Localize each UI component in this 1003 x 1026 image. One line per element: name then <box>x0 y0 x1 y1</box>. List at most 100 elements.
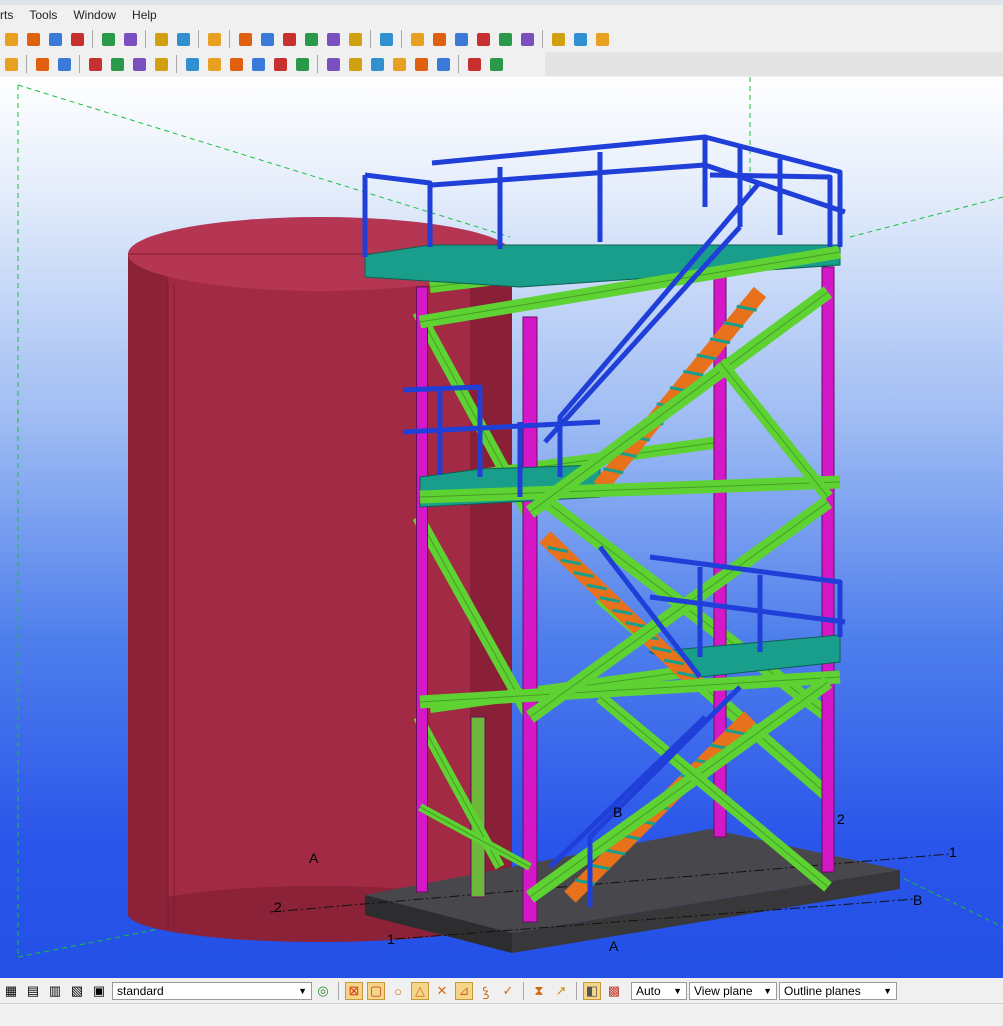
snap-perp-icon[interactable] <box>367 54 387 74</box>
arc-icon[interactable] <box>323 29 343 49</box>
connection-icon[interactable] <box>292 54 312 74</box>
select-all-icon[interactable]: ▧ <box>68 982 86 1000</box>
snap-intersect-icon <box>392 57 406 71</box>
select-objects-icon[interactable] <box>429 29 449 49</box>
snap-any-icon[interactable]: ✓ <box>499 982 517 1000</box>
plate-icon[interactable] <box>226 54 246 74</box>
rail-top-back-mid[interactable] <box>431 162 706 188</box>
copy-icon[interactable] <box>151 29 171 49</box>
select-box-icon[interactable]: ▤ <box>24 982 42 1000</box>
toolbar-separator <box>79 55 80 73</box>
move-icon[interactable] <box>173 29 193 49</box>
snap-intersection-icon[interactable]: ✕ <box>433 982 451 1000</box>
toolbar-separator <box>458 55 459 73</box>
snap-free-icon[interactable] <box>433 54 453 74</box>
frame-icon[interactable] <box>257 29 277 49</box>
work-plane-dropdown[interactable]: View plane ▼ <box>689 982 777 1000</box>
pick-icon[interactable] <box>376 29 396 49</box>
open-model-icon[interactable] <box>23 29 43 49</box>
properties-icon[interactable] <box>451 29 471 49</box>
plane-mode-value: Auto <box>636 984 661 998</box>
column-create-icon <box>185 57 199 71</box>
pick-icon <box>379 32 393 46</box>
box-icon[interactable] <box>151 54 171 74</box>
drawings-icon[interactable] <box>495 29 515 49</box>
snap-free-icon[interactable]: ↗ <box>552 982 570 1000</box>
snap-geometry-icon[interactable]: ▢ <box>367 982 385 1000</box>
undo-icon[interactable] <box>98 29 118 49</box>
back-column-left[interactable] <box>470 716 486 898</box>
snap-mid-icon[interactable] <box>345 54 365 74</box>
column-create-icon[interactable] <box>182 54 202 74</box>
menu-parts[interactable]: rts <box>0 5 21 25</box>
snap-near-icon[interactable] <box>411 54 431 74</box>
chevron-down-icon: ▼ <box>298 986 307 996</box>
snap-perpendicular-icon[interactable]: ⊿ <box>455 982 473 1000</box>
select-filter-icon[interactable]: ▣ <box>90 982 108 1000</box>
3d-model-viewport[interactable]: A 2 1 A B 1 2 B <box>0 77 1003 978</box>
line-icon[interactable] <box>279 29 299 49</box>
grid-label-b-right: B <box>913 892 922 908</box>
point-icon[interactable] <box>301 29 321 49</box>
new-model-icon[interactable] <box>1 29 21 49</box>
snap-end-icon[interactable] <box>323 54 343 74</box>
snap-midpoint-icon[interactable]: △ <box>411 982 429 1000</box>
snap-reference-icon[interactable]: ⊠ <box>345 982 363 1000</box>
binoculars-icon[interactable] <box>85 54 105 74</box>
rail-top-back-top[interactable] <box>431 134 708 207</box>
column-left-back[interactable] <box>416 286 428 893</box>
drawings-icon <box>498 32 512 46</box>
grid-icon[interactable] <box>235 29 255 49</box>
snap-parts-icon[interactable]: ◧ <box>583 982 601 1000</box>
select-cross-icon[interactable]: ▥ <box>46 982 64 1000</box>
outline-planes-dropdown[interactable]: Outline planes ▼ <box>779 982 897 1000</box>
menu-help[interactable]: Help <box>124 5 165 25</box>
select-mode-icon[interactable]: ▦ <box>2 982 20 1000</box>
toolbar-separator <box>26 55 27 73</box>
snap-nearest-icon[interactable]: ⧗ <box>530 982 548 1000</box>
fit-icon[interactable] <box>345 29 365 49</box>
snap-components-icon[interactable]: ▩ <box>605 982 623 1000</box>
fitting-icon[interactable] <box>270 54 290 74</box>
snap-center-icon[interactable] <box>486 54 506 74</box>
menu-tools[interactable]: Tools <box>21 5 65 25</box>
selection-filter-value: standard <box>117 984 164 998</box>
component-icon[interactable] <box>107 54 127 74</box>
column-front-right[interactable] <box>821 266 835 873</box>
snap-line-icon[interactable] <box>464 54 484 74</box>
numbering-icon[interactable] <box>473 29 493 49</box>
reports-icon[interactable] <box>517 29 537 49</box>
menu-window[interactable]: Window <box>65 5 124 25</box>
export-icon <box>595 32 609 46</box>
rail-top-right-top[interactable] <box>704 134 843 247</box>
toolbar-separator <box>198 30 199 48</box>
export-icon[interactable] <box>592 29 612 49</box>
rail-top-right-mid[interactable] <box>704 162 846 215</box>
brace-side-upper-edge[interactable] <box>719 361 829 498</box>
beam-create-icon[interactable] <box>204 54 224 74</box>
bolt-icon[interactable] <box>54 54 74 74</box>
filter-settings-icon[interactable]: ◎ <box>314 982 332 1000</box>
plane-mode-dropdown[interactable]: Auto ▼ <box>631 982 687 1000</box>
check-icon[interactable] <box>1 54 21 74</box>
save-model-icon[interactable] <box>45 29 65 49</box>
snap-intersect-icon[interactable] <box>389 54 409 74</box>
main-toolbar <box>0 27 636 51</box>
selection-filter-dropdown[interactable]: standard ▼ <box>112 982 312 1000</box>
snap-center-icon[interactable]: ○ <box>389 982 407 1000</box>
folder-icon[interactable] <box>570 29 590 49</box>
help-icon[interactable] <box>204 29 224 49</box>
redo-icon[interactable] <box>120 29 140 49</box>
grid-label-2-right: 2 <box>837 811 845 827</box>
grid-label-b-center: B <box>613 804 622 820</box>
outline-planes-value: Outline planes <box>784 984 861 998</box>
save-as-icon[interactable] <box>67 29 87 49</box>
arrows-icon[interactable] <box>548 29 568 49</box>
cut-icon[interactable] <box>248 54 268 74</box>
select-parts-icon[interactable] <box>407 29 427 49</box>
numbering-icon <box>476 32 490 46</box>
catalog-icon[interactable] <box>129 54 149 74</box>
snap-line-extension-icon[interactable]: ꝣ <box>477 982 495 1000</box>
weld-icon[interactable] <box>32 54 52 74</box>
column-front-left[interactable] <box>522 316 538 923</box>
